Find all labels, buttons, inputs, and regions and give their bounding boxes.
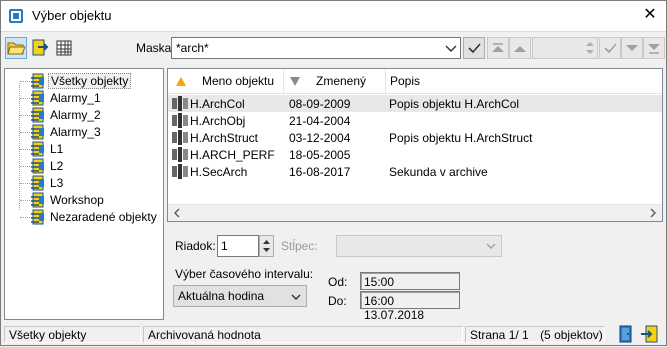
first-page-icon xyxy=(492,43,504,52)
row-spinner[interactable] xyxy=(259,235,274,257)
column-select[interactable] xyxy=(336,235,502,257)
from-label: Od: xyxy=(328,275,348,289)
object-group-icon xyxy=(31,73,44,89)
table-view-button[interactable] xyxy=(53,37,75,59)
table-row[interactable]: H.ARCH_PERF 18-05-2005 xyxy=(168,146,662,163)
confirm-selection-button[interactable] xyxy=(640,324,660,344)
object-group-icon xyxy=(31,158,44,174)
column-header-description[interactable]: Popis xyxy=(386,69,662,94)
title-bar: Výber objektu ✕ xyxy=(1,1,666,31)
mask-label: Maska: xyxy=(136,41,175,55)
tree-connector xyxy=(19,83,20,210)
status-count: (5 objektov) xyxy=(540,328,603,342)
object-group-icon xyxy=(31,175,44,191)
export-icon xyxy=(32,39,49,56)
spinner-arrows-icon xyxy=(263,240,270,252)
tree-item-label: L3 xyxy=(50,176,64,190)
title-separator xyxy=(1,31,666,32)
table-row[interactable]: H.ArchStruct 03-12-2004 Popis objektu H.… xyxy=(168,129,662,146)
open-folder-button[interactable] xyxy=(5,37,27,59)
interval-select[interactable]: Aktuálna hodina xyxy=(173,285,307,307)
chevron-down-icon xyxy=(291,294,301,300)
to-time-field: 16:00 13.07.2018 xyxy=(360,291,460,322)
close-dialog-button[interactable] xyxy=(616,324,636,344)
object-group-icon xyxy=(31,124,44,140)
scroll-right-icon[interactable] xyxy=(648,208,658,218)
tree-item-label: L2 xyxy=(50,159,64,173)
table-row[interactable]: H.SecArch 16-08-2017 Sekunda v archive xyxy=(168,163,662,180)
status-page: Strana 1/ 1 xyxy=(470,328,529,342)
tree-item-label: Alarmy_2 xyxy=(50,108,101,122)
chevron-up-icon xyxy=(514,46,526,52)
page-number-field[interactable] xyxy=(532,37,598,59)
open-folder-icon xyxy=(7,42,26,55)
object-group-icon xyxy=(31,192,44,208)
checkmark-icon xyxy=(468,43,481,54)
export-button[interactable] xyxy=(29,37,51,59)
archive-object-icon xyxy=(172,130,188,145)
column-header-changed[interactable]: Zmenený xyxy=(284,69,386,94)
archive-object-icon xyxy=(172,113,188,128)
object-group-icon xyxy=(31,107,44,123)
table-icon xyxy=(56,40,72,56)
from-time-field: 15:00 13.07.2018 xyxy=(360,272,460,303)
tree-item-label: Všetky objekty xyxy=(48,73,132,89)
status-bar: Všetky objekty Archivovaná hodnota Stran… xyxy=(1,324,666,345)
interval-label: Výber časového intervalu: xyxy=(175,267,314,281)
tree-item-label: Workshop xyxy=(50,193,104,207)
tree-item-label: L1 xyxy=(50,142,64,156)
interval-value: Aktuálna hodina xyxy=(178,289,265,303)
status-selected-group: Všetky objekty xyxy=(4,326,141,343)
tree-item-label: Alarmy_3 xyxy=(50,125,101,139)
first-page-button[interactable] xyxy=(487,37,509,59)
object-selection-window: Výber objektu ✕ Maska: *arch* Všetky obj… xyxy=(0,0,667,346)
object-group-icon xyxy=(31,90,44,106)
close-icon[interactable]: ✕ xyxy=(642,7,658,23)
status-mode: Archivovaná hodnota xyxy=(143,326,463,343)
spinner-arrows-icon xyxy=(586,42,594,54)
archive-object-icon xyxy=(172,147,188,162)
last-page-button[interactable] xyxy=(643,37,665,59)
last-page-icon xyxy=(648,44,660,54)
horizontal-scrollbar[interactable] xyxy=(168,204,662,221)
scroll-left-icon[interactable] xyxy=(172,208,182,218)
column-header-name[interactable]: Meno objektu xyxy=(168,69,284,94)
import-icon xyxy=(641,325,658,343)
window-title: Výber objektu xyxy=(32,8,112,23)
column-label: Stĺpec: xyxy=(281,239,318,253)
table-header: Meno objektu Zmenený Popis xyxy=(168,69,662,94)
next-page-button[interactable] xyxy=(621,37,643,59)
object-group-tree[interactable]: Všetky objekty Alarmy_1 Alarmy_2 Alarmy_… xyxy=(4,68,164,320)
apply-mask-button[interactable] xyxy=(463,37,485,59)
mask-input[interactable] xyxy=(171,37,461,59)
object-group-icon xyxy=(31,209,44,225)
checkmark-icon xyxy=(604,43,617,54)
chevron-down-icon xyxy=(626,45,638,51)
window-app-icon xyxy=(9,9,23,23)
table-row[interactable]: H.ArchCol 08-09-2009 Popis objektu H.Arc… xyxy=(168,95,662,112)
archive-object-icon xyxy=(172,96,188,111)
objects-table[interactable]: Meno objektu Zmenený Popis H.ArchCol 08-… xyxy=(167,68,663,222)
status-page-info: Strana 1/ 1 (5 objektov) xyxy=(465,326,605,343)
to-label: Do: xyxy=(328,294,347,308)
archive-object-icon xyxy=(172,164,188,179)
chevron-down-icon xyxy=(486,243,496,249)
previous-page-button[interactable] xyxy=(509,37,531,59)
door-exit-icon xyxy=(619,325,632,343)
chevron-down-icon[interactable] xyxy=(442,39,460,57)
row-number-input[interactable] xyxy=(217,235,259,257)
confirm-page-button[interactable] xyxy=(599,37,621,59)
sort-ascending-icon xyxy=(176,77,186,86)
sort-descending-icon xyxy=(290,77,300,86)
row-label: Riadok: xyxy=(175,239,216,253)
object-group-icon xyxy=(31,141,44,157)
table-row[interactable]: H.ArchObj 21-04-2004 xyxy=(168,112,662,129)
tree-item-label: Alarmy_1 xyxy=(50,91,101,105)
tree-item-label: Nezaradené objekty xyxy=(50,210,157,224)
